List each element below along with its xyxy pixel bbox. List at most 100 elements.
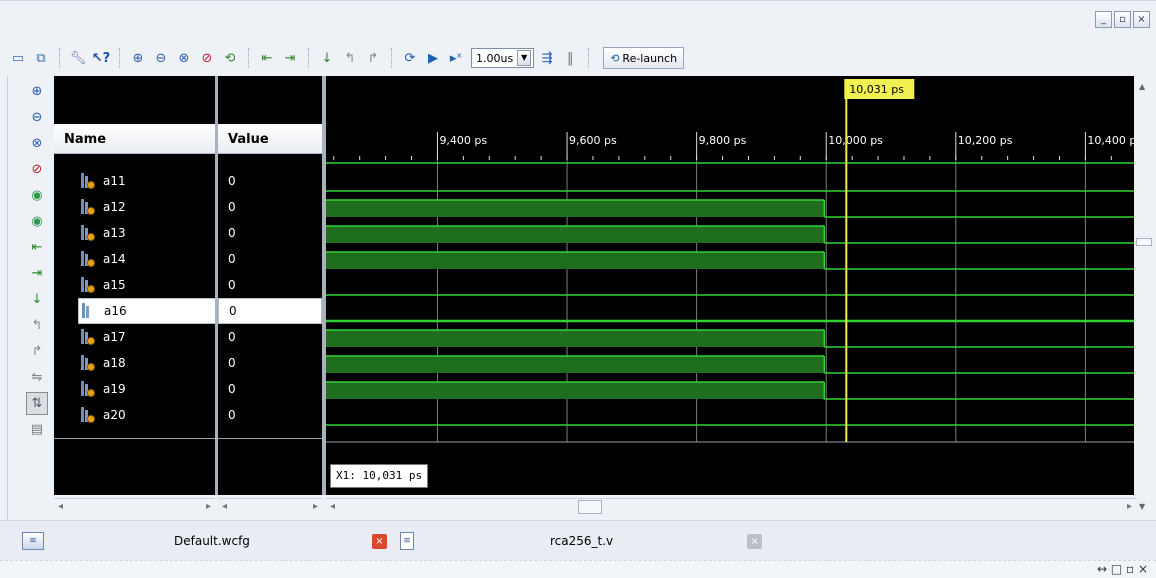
previous-transition-icon[interactable]: ↰ [340, 48, 360, 68]
swap-cursors-icon[interactable]: ⇋ [26, 366, 48, 389]
run-all-icon[interactable]: ▶ [423, 48, 443, 68]
scroll-right-icon[interactable]: ▸ [206, 501, 211, 512]
signal-value: 0 [228, 278, 236, 292]
scroll-left-icon[interactable]: ◂ [330, 501, 335, 512]
signal-name-row[interactable]: a14 [54, 246, 215, 272]
value-hscrollbar[interactable]: ◂ ▸ [218, 498, 322, 516]
tab-label: Default.wcfg [174, 534, 250, 548]
trace-high-fill [326, 382, 825, 399]
zoom-in-icon[interactable]: ⊕ [128, 48, 148, 68]
go-to-time-zero-icon[interactable]: ◉ [26, 184, 48, 207]
signal-name: a14 [103, 252, 126, 266]
signal-name-row[interactable]: a19 [54, 376, 215, 402]
signal-name-row[interactable]: a20 [54, 402, 215, 428]
go-to-end-icon[interactable]: ⇥ [280, 48, 300, 68]
name-column-header[interactable]: Name [54, 124, 215, 154]
signal-name-row[interactable]: a13 [54, 220, 215, 246]
next-transition-icon[interactable]: ↱ [363, 48, 383, 68]
toolbar-separator [248, 48, 249, 68]
status-strip: ↔ □ ▫ × [0, 560, 1156, 578]
ruler-tick-label: 10,000 ps [828, 134, 883, 147]
close-button[interactable]: × [1133, 11, 1150, 28]
minimize-button[interactable]: _ [1095, 11, 1112, 28]
trace-high-fill [326, 200, 825, 217]
signal-name-row[interactable]: a15 [54, 272, 215, 298]
signal-value: 0 [228, 382, 236, 396]
signal-name: a11 [103, 174, 126, 188]
help-cursor-icon[interactable]: ↖? [91, 48, 111, 68]
zoom-out-icon[interactable]: ⊖ [26, 106, 48, 129]
layout-icon[interactable]: ▭ [8, 48, 28, 68]
signal-traces [326, 162, 1134, 443]
relaunch-button[interactable]: ⟲ Re-launch [603, 47, 685, 69]
run-time-select[interactable]: 1.00us ▼ [471, 48, 535, 68]
step-over-icon[interactable]: ⇶ [537, 48, 557, 68]
relaunch-icon: ⟲ [610, 51, 620, 65]
scroll-right-icon[interactable]: ▸ [313, 501, 318, 512]
chevron-down-icon[interactable]: ▼ [517, 50, 532, 66]
title-strip: _ ▫ × [0, 0, 1156, 36]
tab-rca256-t-v[interactable]: ≡ rca256_t.v × [400, 524, 774, 558]
step-icon[interactable]: ↓ [317, 48, 337, 68]
value-column-header[interactable]: Value [218, 124, 322, 154]
waveform-config-icon: ≋ [22, 532, 44, 550]
signal-value: 0 [228, 330, 236, 344]
names-pane: Name a11 a12 a13 a14 a15 a16 a17 a18 a19… [54, 76, 218, 495]
cursor-label: 10,031 ps [849, 83, 904, 96]
waveform-canvas[interactable]: 9,400 ps 9,600 ps 9,800 ps 10,000 ps 10,200 … [326, 76, 1134, 495]
wrench-icon[interactable]: 🔧︎ [68, 48, 88, 68]
panel-icon[interactable]: ⧉ [31, 48, 51, 68]
ruler-tick-label: 10,400 ps [1087, 134, 1134, 147]
snap-to-transition-icon[interactable]: ⇅ [26, 392, 48, 415]
ruler-tick-label: 9,600 ps [569, 134, 617, 147]
signal-name: a17 [103, 330, 126, 344]
signal-name-row-selected[interactable]: a16 [78, 298, 218, 324]
go-to-time-zero-icon[interactable]: ⇤ [257, 48, 277, 68]
tab-default-wcfg[interactable]: ≋ Default.wcfg × [22, 524, 392, 558]
scroll-left-icon[interactable]: ◂ [58, 501, 63, 512]
scroll-down-icon[interactable]: ▼ [1139, 502, 1145, 511]
previous-marker-icon[interactable]: ↰ [26, 314, 48, 337]
signal-name-row[interactable]: a11 [54, 168, 215, 194]
view-controls[interactable]: ↔ □ ▫ × [1097, 562, 1148, 576]
refresh-icon[interactable]: ⟲ [220, 48, 240, 68]
close-icon[interactable]: × [747, 533, 763, 549]
run-for-time-icon[interactable]: ▸ˣ [446, 48, 466, 68]
signal-name-row[interactable]: a18 [54, 350, 215, 376]
zoom-in-icon[interactable]: ⊕ [26, 80, 48, 103]
signal-name-row[interactable]: a12 [54, 194, 215, 220]
floating-ruler-icon[interactable]: ▤ [26, 418, 48, 441]
cursor-readout: X1: 10,031 ps [330, 464, 429, 488]
signal-value: 0 [228, 174, 236, 188]
signal-value: 0 [228, 200, 236, 214]
go-to-latest-time-icon[interactable]: ◉ [26, 210, 48, 233]
restore-button[interactable]: ▫ [1114, 11, 1131, 28]
name-hscrollbar[interactable]: ◂ ▸ [54, 498, 215, 516]
vertical-scrollbar[interactable]: ▲ ▼ [1136, 76, 1154, 516]
zoom-cursor-icon[interactable]: ⊘ [197, 48, 217, 68]
toolbar: ▭ ⧉ 🔧︎ ↖? ⊕ ⊖ ⊗ ⊘ ⟲ ⇤ ⇥ ↓ ↰ ↱ ⟳ ▶ ▸ˣ 1.0… [0, 43, 1156, 73]
next-marker-icon[interactable]: ↱ [26, 340, 48, 363]
zoom-fit-icon[interactable]: ⊗ [174, 48, 194, 68]
waveform-pane[interactable]: 9,400 ps 9,600 ps 9,800 ps 10,000 ps 10,200 … [326, 76, 1134, 495]
zoom-out-icon[interactable]: ⊖ [151, 48, 171, 68]
pause-icon[interactable]: ‖ [560, 48, 580, 68]
scroll-thumb[interactable] [578, 500, 602, 514]
signal-icon [80, 277, 95, 293]
scroll-thumb[interactable] [1136, 238, 1152, 246]
signal-name-row[interactable]: a17 [54, 324, 215, 350]
add-marker-icon[interactable]: ↓ [26, 288, 48, 311]
next-transition-icon[interactable]: ⇥ [26, 262, 48, 285]
zoom-cursor-icon[interactable]: ⊘ [26, 158, 48, 181]
restart-icon[interactable]: ⟳ [400, 48, 420, 68]
signal-icon [80, 355, 95, 371]
file-icon: ≡ [400, 532, 414, 550]
zoom-fit-icon[interactable]: ⊗ [26, 132, 48, 155]
wave-hscrollbar[interactable]: ◂ ▸ [326, 498, 1136, 516]
scroll-left-icon[interactable]: ◂ [222, 501, 227, 512]
scroll-right-icon[interactable]: ▸ [1127, 501, 1132, 512]
previous-transition-icon[interactable]: ⇤ [26, 236, 48, 259]
scroll-up-icon[interactable]: ▲ [1139, 82, 1145, 91]
close-icon[interactable]: × [371, 533, 387, 549]
signal-icon [80, 251, 95, 267]
